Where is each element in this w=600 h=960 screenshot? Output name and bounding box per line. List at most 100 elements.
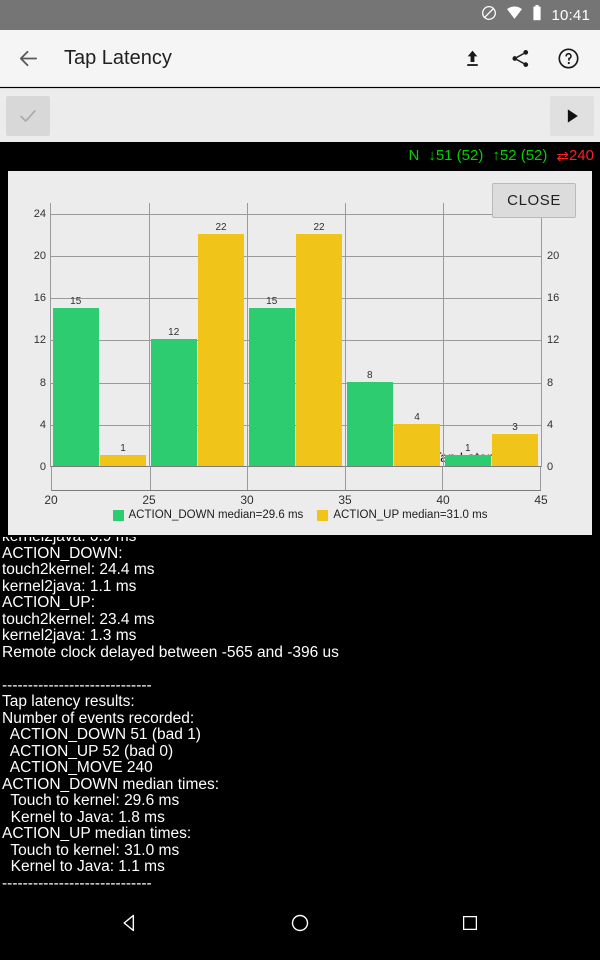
y-axis-tick-left: 8 [39,376,46,389]
back-arrow-icon[interactable] [0,30,56,87]
log-line: ACTION_MOVE 240 [2,759,153,776]
move-arrow-icon: ⇄ [556,147,569,165]
status-bar: 10:41 [0,0,600,30]
chart-bar-value-label: 8 [366,369,373,381]
latency-chart-card: Tap Latency [ms] 04812162024048121620202… [6,169,594,537]
y-axis-tick-right: 8 [547,376,554,389]
status-bar-clock: 10:41 [551,6,590,24]
y-axis-tick-left: 16 [33,292,46,305]
close-button[interactable]: CLOSE [492,183,576,218]
legend-swatch [112,509,124,521]
chart-bar: 15 [248,296,295,466]
do-not-disturb-icon [481,5,497,26]
y-axis-tick-right: 16 [547,292,560,305]
x-axis-tick: 40 [436,493,450,507]
android-screen: 10:41 Tap Latency N ↓ 51 (52) ↑ 52 (52) … [0,0,600,960]
legend-swatch [317,509,329,521]
legend-item: ACTION_DOWN median=29.6 ms [112,509,304,521]
nav-back-icon[interactable] [106,899,154,947]
log-line: ACTION_DOWN median times: [2,775,220,793]
help-icon[interactable] [544,30,592,87]
chart-bar-value-label: 15 [70,295,82,307]
x-axis-tick: 25 [142,493,156,507]
chart-bar: 4 [394,412,441,466]
up-arrow-icon: ↑ [492,147,500,164]
chart-bar-value-label: 15 [266,295,278,307]
chart-bar-value-label: 12 [168,327,180,339]
y-axis-tick-right: 0 [547,461,554,473]
log-line: ----------------------------- [2,676,152,694]
x-axis-band [51,467,541,491]
log-line: ACTION_UP 52 (bad 0) [2,742,174,760]
control-strip [0,88,600,142]
legend-label: ACTION_DOWN median=29.6 ms [128,509,304,521]
chart-bar-value-label: 22 [313,221,325,233]
log-line: ACTION_DOWN: [2,544,123,562]
share-icon[interactable] [496,30,544,87]
chart-bar-value-label: 4 [414,411,420,423]
chart-bar: 8 [346,370,393,466]
chart-bar-value-label: 1 [464,443,471,455]
page-title: Tap Latency [64,46,172,69]
wifi-icon [506,5,523,25]
nav-home-icon[interactable] [276,899,324,947]
down-arrow-icon: ↓ [428,147,436,164]
x-axis-tick: 45 [534,493,548,507]
battery-icon [532,4,542,26]
grid-line-horizontal [51,213,541,215]
log-line: Kernel to Java: 1.1 ms [2,858,165,875]
chart-bar: 3 [492,422,539,466]
event-counters: N ↓ 51 (52) ↑ 52 (52) ⇄ 240 [0,142,600,169]
chart-bar-value-label: 3 [512,422,518,434]
log-line: touch2kernel: 23.4 ms [2,610,155,628]
action-down-count: 51 (52) [435,147,484,164]
log-line: ACTION_DOWN 51 (bad 1) [2,726,201,743]
log-line: touch2kernel: 24.4 ms [2,561,155,578]
y-axis-tick-right: 12 [547,334,560,347]
x-axis-band-tick [149,467,151,490]
action-up-count: 52 (52) [499,147,548,164]
nav-recents-icon[interactable] [446,899,494,947]
app-bar-actions [448,30,600,87]
upload-icon[interactable] [448,30,496,87]
log-line: ----------------------------- [2,874,152,885]
log-line: kernel2java: 1.3 ms [2,627,137,644]
y-axis-tick-left: 4 [39,418,46,431]
x-axis-tick: 35 [338,493,352,507]
x-axis-band-tick [247,467,249,490]
run-button[interactable] [550,95,594,136]
navigation-bar [0,886,600,960]
app-bar: Tap Latency [0,30,600,87]
log-line: kernel2java: 1.1 ms [2,577,137,595]
y-axis-tick-left: 12 [33,334,46,347]
chart-bar: 22 [296,222,343,466]
chart-legend: ACTION_DOWN median=29.6 ms ACTION_UP medi… [16,509,584,521]
y-axis-tick-left: 20 [33,249,46,262]
log-line: Remote clock delayed between -565 and -3… [2,643,339,661]
legend-label: ACTION_UP median=31.0 ms [333,509,488,521]
accept-button[interactable] [6,95,50,136]
log-line: Tap latency results: [2,693,135,710]
chart-bar: 15 [52,296,99,466]
x-axis-band-tick [344,467,346,490]
chart-bar: 1 [444,443,491,466]
log-line: Kernel to Java: 1.8 ms [2,808,165,826]
y-axis-tick-left: 0 [39,461,46,473]
grid-line-vertical [443,203,444,467]
x-axis-band-tick [442,467,444,490]
log-output[interactable]: kernel2java: 0.9 msACTION_DOWN:touch2ker… [0,537,600,885]
log-line: Touch to kernel: 31.0 ms [2,841,180,859]
action-move-count: 240 [568,147,594,164]
x-axis-tick: 20 [44,493,58,507]
legend-item: ACTION_UP median=31.0 ms [317,509,487,521]
y-axis-tick-left: 24 [33,207,46,220]
chart-inner: Tap Latency [ms] 04812162024048121620202… [16,179,584,527]
chart-plot-area: Tap Latency [ms] 04812162024048121620202… [34,203,559,507]
chart-bar: 22 [198,222,245,466]
y-axis-tick-right: 4 [547,418,554,431]
chart-bar: 12 [150,327,197,466]
log-line: Number of events recorded: [2,709,195,727]
log-line: Touch to kernel: 29.6 ms [2,792,180,809]
log-line: ACTION_UP median times: [2,825,192,842]
